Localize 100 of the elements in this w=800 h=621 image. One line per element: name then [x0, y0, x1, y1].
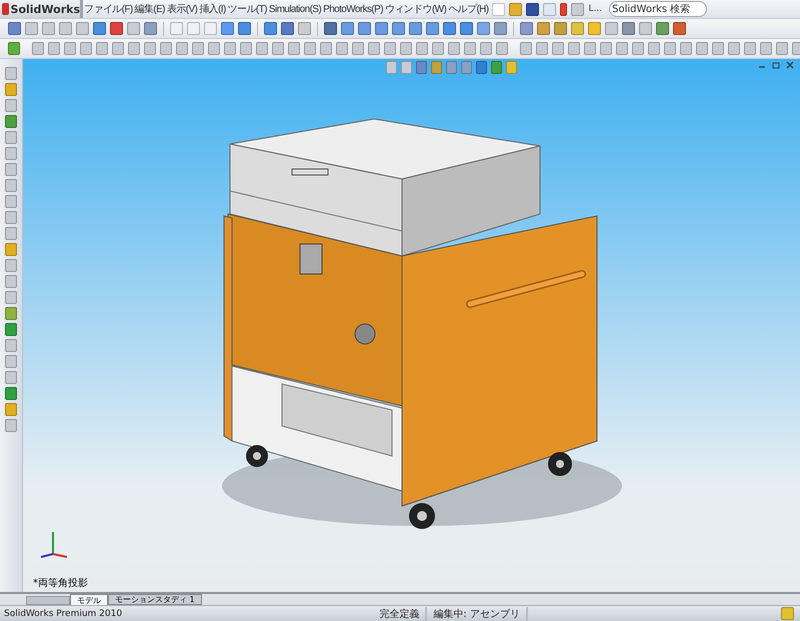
toolbar-icon[interactable] — [664, 42, 676, 55]
toolbar-icon[interactable] — [336, 42, 348, 55]
toolbar-icon[interactable] — [5, 355, 17, 368]
toolbar-icon[interactable] — [5, 323, 17, 336]
toolbar-icon[interactable] — [416, 42, 428, 55]
toolbar-icon[interactable] — [537, 22, 550, 35]
toolbar-icon[interactable] — [520, 42, 532, 55]
menu-item[interactable]: 表示(V) — [166, 0, 198, 18]
toolbar-icon[interactable] — [5, 83, 17, 96]
toolbar-icon[interactable] — [696, 42, 708, 55]
toolbar-icon[interactable] — [5, 99, 17, 112]
toolbar-icon[interactable] — [5, 179, 17, 192]
toolbar-icon[interactable] — [584, 42, 596, 55]
toolbar-icon[interactable] — [616, 42, 628, 55]
toolbar-icon[interactable] — [127, 22, 140, 35]
view-tool-icon[interactable] — [476, 60, 487, 74]
toolbar-icon[interactable] — [443, 22, 456, 35]
toolbar-icon[interactable] — [42, 22, 55, 35]
view-tool-icon[interactable] — [461, 60, 472, 74]
toolbar-icon[interactable] — [304, 42, 316, 55]
menu-item[interactable]: ウィンドウ(W) — [384, 0, 448, 18]
toolbar-icon[interactable] — [494, 22, 507, 35]
toolbar-icon[interactable] — [588, 22, 601, 35]
tab[interactable]: モデル — [70, 594, 108, 605]
toolbar-icon[interactable] — [648, 42, 660, 55]
restore-icon[interactable] — [772, 61, 780, 69]
toolbar-icon[interactable] — [680, 42, 692, 55]
toolbar-icon[interactable] — [5, 259, 17, 272]
toolbar-icon[interactable] — [496, 42, 508, 55]
toolbar-icon[interactable] — [5, 403, 17, 416]
toolbar-icon[interactable] — [5, 211, 17, 224]
toolbar-icon[interactable] — [760, 42, 772, 55]
toolbar-icon[interactable] — [5, 195, 17, 208]
toolbar-icon[interactable] — [96, 42, 108, 55]
toolbar-icon[interactable] — [8, 22, 21, 35]
menu-item[interactable]: PhotoWorks(P) — [322, 0, 384, 18]
toolbar-icon[interactable] — [224, 42, 236, 55]
toolbar-icon[interactable] — [144, 42, 156, 55]
toolbar-icon[interactable] — [341, 22, 354, 35]
toolbar-icon[interactable] — [187, 22, 200, 35]
toolbar-icon[interactable] — [552, 42, 564, 55]
toolbar-icon[interactable] — [5, 387, 17, 400]
toolbar-icon[interactable] — [728, 42, 740, 55]
toolbar-icon[interactable] — [5, 243, 17, 256]
toolbar-icon[interactable] — [392, 22, 405, 35]
toolbar-icon[interactable] — [605, 22, 618, 35]
toolbar-icon[interactable] — [64, 42, 76, 55]
toolbar-icon[interactable] — [264, 22, 277, 35]
tab-scroll-buttons[interactable] — [26, 596, 70, 605]
menu-item[interactable]: ファイル(F) — [83, 0, 134, 18]
toolbar-icon[interactable] — [76, 22, 89, 35]
toolbar-icon[interactable] — [8, 42, 20, 55]
view-tool-icon[interactable] — [401, 60, 412, 74]
toolbar-icon[interactable] — [448, 42, 460, 55]
toolbar-icon[interactable] — [460, 22, 473, 35]
toolbar-icon[interactable] — [5, 307, 17, 320]
toolbar-icon[interactable] — [48, 42, 60, 55]
overflow-label[interactable]: L... — [588, 4, 602, 14]
toolbar-icon[interactable] — [571, 22, 584, 35]
toolbar-icon[interactable] — [358, 22, 371, 35]
tab[interactable]: モーションスタディ 1 — [108, 594, 202, 605]
toolbar-icon[interactable] — [5, 275, 17, 288]
toolbar-icon[interactable] — [238, 22, 251, 35]
toolbar-icon[interactable] — [80, 42, 92, 55]
toolbar-icon[interactable] — [568, 42, 580, 55]
toolbar-icon[interactable] — [409, 22, 422, 35]
toolbar-icon[interactable] — [464, 42, 476, 55]
toolbar-icon[interactable] — [536, 42, 548, 55]
toolbar-icon[interactable] — [204, 22, 217, 35]
view-tool-icon[interactable] — [446, 60, 457, 74]
toolbar-icon[interactable] — [673, 22, 686, 35]
toolbar-icon[interactable] — [170, 22, 183, 35]
view-tool-icon[interactable] — [386, 60, 397, 74]
menu-item[interactable]: ツール(T) — [226, 0, 268, 18]
toolbar-icon[interactable] — [288, 42, 300, 55]
toolbar-icon[interactable] — [368, 42, 380, 55]
toolbar-icon[interactable] — [632, 42, 644, 55]
view-tool-icon[interactable] — [506, 60, 517, 74]
toolbar-icon[interactable] — [5, 131, 17, 144]
toolbar-icon[interactable] — [192, 42, 204, 55]
toolbar-icon[interactable] — [480, 42, 492, 55]
view-tool-icon[interactable] — [491, 60, 502, 74]
toolbar-icon[interactable] — [477, 22, 490, 35]
menu-item[interactable]: ヘルプ(H) — [447, 0, 490, 18]
toolbar-icon[interactable] — [744, 42, 756, 55]
menu-item[interactable]: 編集(E) — [134, 0, 166, 18]
toolbar-icon[interactable] — [5, 147, 17, 160]
menu-item[interactable]: Simulation(S) — [268, 0, 322, 18]
toolbar-icon[interactable] — [554, 22, 567, 35]
toolbar-icon[interactable] — [272, 42, 284, 55]
toolbar-icon[interactable] — [5, 291, 17, 304]
toolbar-icon[interactable] — [240, 42, 252, 55]
toolbar-icon[interactable] — [110, 22, 123, 35]
view-tool-icon[interactable] — [431, 60, 442, 74]
view-tool-icon[interactable] — [416, 60, 427, 74]
toolbar-icon[interactable] — [5, 371, 17, 384]
toolbar-icon[interactable] — [59, 22, 72, 35]
toolbar-icon[interactable] — [298, 22, 311, 35]
toolbar-icon[interactable] — [5, 227, 17, 240]
toolbar-icon[interactable] — [5, 339, 17, 352]
